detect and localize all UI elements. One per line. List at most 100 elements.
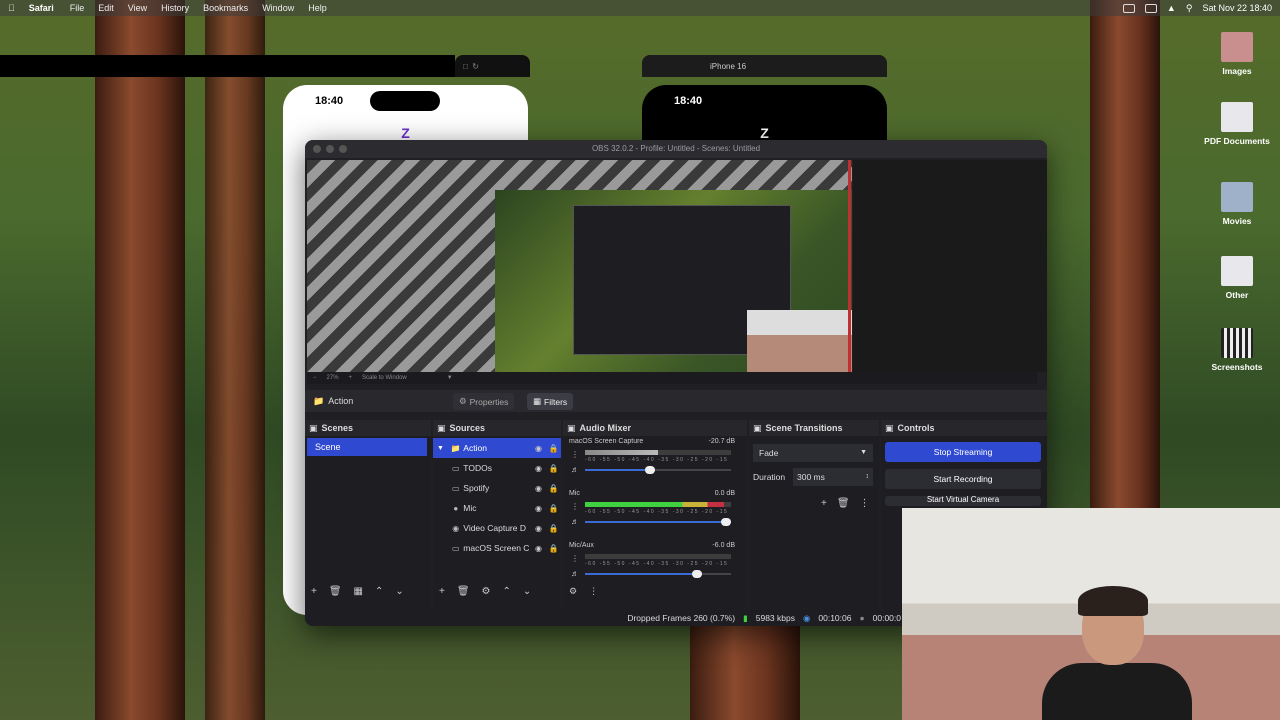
add-scene-icon[interactable]: +: [311, 586, 317, 597]
source-bounding-box[interactable]: [848, 160, 851, 372]
channel-menu-icon[interactable]: ⋮: [571, 450, 579, 459]
scene-item[interactable]: Scene: [307, 438, 427, 456]
duration-input[interactable]: 300 ms ↕: [793, 468, 873, 486]
source-item[interactable]: ▭ Spotify ◉ 🔒: [433, 478, 561, 498]
slider-knob[interactable]: [721, 518, 731, 526]
speaker-icon[interactable]: ♬: [571, 517, 579, 526]
audio-mixer-header: ▣ Audio Mixer: [563, 420, 747, 436]
menu-history[interactable]: History: [161, 3, 189, 13]
lock-icon[interactable]: 🔒: [546, 524, 561, 533]
speaker-icon[interactable]: ♬: [571, 569, 579, 578]
source-item[interactable]: ◉ Video Capture D ◉ 🔒: [433, 518, 561, 538]
move-up-icon[interactable]: ⌃: [375, 586, 383, 597]
simulator-left-titlebar[interactable]: □ ↻: [455, 55, 530, 77]
trash-icon[interactable]: 🗑: [457, 586, 470, 597]
more-options-icon[interactable]: ⋮: [860, 498, 870, 509]
preview-empty-area: [853, 160, 1047, 372]
program-preview[interactable]: [307, 160, 852, 372]
phone-time: 18:40: [315, 95, 344, 107]
menu-file[interactable]: File: [70, 3, 85, 13]
desktop-icon-movies[interactable]: Movies: [1212, 182, 1262, 226]
move-down-icon[interactable]: ⌄: [395, 586, 403, 597]
wifi-icon[interactable]: ▲: [1167, 3, 1176, 13]
obs-window-title: OBS 32.0.2 - Profile: Untitled - Scenes:…: [591, 144, 761, 153]
stepper-icon[interactable]: ↕: [866, 468, 870, 486]
simulator-right-titlebar[interactable]: iPhone 16: [642, 55, 887, 77]
more-options-icon[interactable]: ⋮: [589, 586, 598, 597]
volume-slider[interactable]: [585, 570, 731, 578]
eye-icon[interactable]: ◉: [531, 524, 546, 533]
eye-icon[interactable]: ◉: [531, 504, 546, 513]
channel-menu-icon[interactable]: ⋮: [571, 554, 579, 563]
menu-edit[interactable]: Edit: [98, 3, 114, 13]
volume-slider[interactable]: [585, 518, 731, 526]
advanced-audio-icon[interactable]: ⚙: [569, 586, 577, 597]
menu-view[interactable]: View: [128, 3, 147, 13]
speaker-icon[interactable]: ♬: [571, 465, 579, 474]
volume-slider[interactable]: [585, 466, 731, 474]
add-source-icon[interactable]: +: [439, 586, 445, 597]
zoom-icon[interactable]: [339, 145, 347, 153]
channel-menu-icon[interactable]: ⋮: [571, 502, 579, 511]
gear-icon[interactable]: ⚙: [482, 586, 491, 597]
menu-bookmarks[interactable]: Bookmarks: [203, 3, 248, 13]
lock-icon[interactable]: 🔒: [546, 504, 561, 513]
chevron-down-icon[interactable]: ▼: [447, 375, 453, 381]
source-item[interactable]: ▭ macOS Screen C ◉ 🔒: [433, 538, 561, 558]
desktop-icon-pdf[interactable]: PDF Documents: [1202, 102, 1272, 146]
move-up-icon[interactable]: ⌃: [503, 586, 511, 597]
monitor-icon: ▭: [452, 543, 460, 553]
scenes-header: ▣ Scenes: [305, 420, 431, 436]
search-icon[interactable]: ⚲: [1186, 3, 1193, 14]
minimize-icon[interactable]: [326, 145, 334, 153]
trash-icon[interactable]: 🗑: [329, 586, 342, 597]
source-item[interactable]: ● Mic ◉ 🔒: [433, 498, 561, 518]
lock-icon[interactable]: 🔒: [546, 444, 561, 453]
start-virtual-camera-button[interactable]: Start Virtual Camera: [885, 496, 1041, 506]
scene-filter-icon[interactable]: ▦: [354, 586, 363, 597]
scale-mode[interactable]: Scale to Window: [362, 375, 407, 381]
folder-icon: [1221, 32, 1253, 62]
duration-value: 300 ms: [797, 472, 825, 482]
add-transition-icon[interactable]: +: [821, 498, 827, 509]
eye-icon[interactable]: ◉: [531, 444, 546, 453]
rotate-icon[interactable]: ↻: [472, 62, 479, 71]
screenshot-icon[interactable]: □: [463, 62, 468, 71]
start-recording-button[interactable]: Start Recording: [885, 469, 1041, 489]
source-item[interactable]: ▼ 📁 Action ◉ 🔒: [433, 438, 561, 458]
filters-button[interactable]: ▦ Filters: [527, 393, 574, 410]
status-menu-icon[interactable]: [1122, 3, 1135, 13]
desktop-icon-images[interactable]: Images: [1212, 32, 1262, 76]
source-item[interactable]: ▭ TODOs ◉ 🔒: [433, 458, 561, 478]
close-icon[interactable]: [313, 145, 321, 153]
folder-icon: 📁: [450, 443, 461, 453]
zoom-out-icon[interactable]: −: [313, 375, 317, 381]
eye-icon[interactable]: ◉: [531, 544, 546, 553]
apple-icon[interactable]: : [8, 3, 15, 13]
eye-icon[interactable]: ◉: [531, 484, 546, 493]
obs-titlebar[interactable]: OBS 32.0.2 - Profile: Untitled - Scenes:…: [305, 140, 1047, 158]
document-icon: [1221, 256, 1253, 286]
slider-knob[interactable]: [645, 466, 656, 474]
desktop-icon-screenshots[interactable]: Screenshots: [1202, 328, 1272, 372]
trash-icon[interactable]: 🗑: [837, 498, 850, 509]
move-down-icon[interactable]: ⌄: [523, 586, 531, 597]
source-name: Spotify: [463, 483, 490, 493]
menubar-clock[interactable]: Sat Nov 22 18:40: [1202, 3, 1272, 13]
slider-knob[interactable]: [691, 570, 702, 578]
stop-streaming-button[interactable]: Stop Streaming: [885, 442, 1041, 462]
battery-icon[interactable]: [1144, 3, 1157, 13]
lock-icon[interactable]: 🔒: [546, 544, 561, 553]
zoom-in-icon[interactable]: +: [349, 375, 353, 381]
preview-webcam: [747, 310, 852, 372]
transition-select[interactable]: Fade ▼: [753, 444, 873, 462]
menu-window[interactable]: Window: [262, 3, 294, 13]
properties-button[interactable]: ⚙ Properties: [453, 393, 515, 410]
lock-icon[interactable]: 🔒: [546, 464, 561, 473]
eye-icon[interactable]: ◉: [531, 464, 546, 473]
desktop-icon-other[interactable]: Other: [1212, 256, 1262, 300]
lock-icon[interactable]: 🔒: [546, 484, 561, 493]
menu-help[interactable]: Help: [308, 3, 327, 13]
menu-app-name[interactable]: Safari: [29, 3, 54, 13]
expand-chevron-icon[interactable]: ▼: [437, 445, 448, 452]
